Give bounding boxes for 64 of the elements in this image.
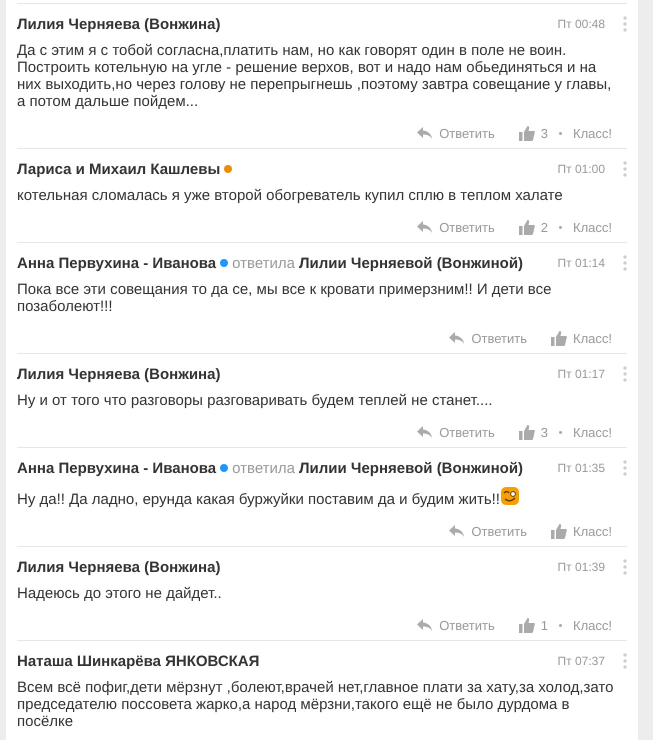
comment-time: Пт 01:00 [558, 162, 605, 176]
more-icon[interactable] [623, 16, 627, 32]
comment-time: Пт 01:39 [558, 560, 605, 574]
thumbs-up-icon[interactable] [518, 424, 535, 440]
replied-label: ответила [232, 254, 296, 272]
more-icon[interactable] [623, 460, 627, 476]
comment-time: Пт 01:14 [558, 256, 605, 270]
more-icon[interactable] [623, 653, 627, 669]
reply-icon[interactable] [417, 617, 434, 633]
reply-button[interactable]: Ответить [417, 125, 495, 141]
comment-text: Надеюсь до этого не дайдет.. [17, 585, 223, 602]
separator-dot [559, 430, 562, 434]
more-icon[interactable] [623, 161, 627, 177]
comment-text: Да с этим я с тобой согласна,платить нам, но как говорят один в поле не воин. Построить котельную на угле - решение верхов, вот и надо нам обьединяться и на них выходить,но через голову не перепрыгнешь ,поэтому завтра совещание у главы, а потом дальше пойдем... [17, 42, 612, 110]
like-count[interactable]: 3 [540, 424, 548, 440]
like-button[interactable]: Класс! [551, 330, 612, 346]
reply-icon[interactable] [417, 219, 434, 235]
reply-button[interactable]: Ответить [449, 523, 527, 539]
reply-button[interactable]: Ответить [449, 330, 527, 346]
like-button[interactable]: Класс! [573, 618, 612, 632]
comment-text: Всем всё пофиг,дети мёрзнут ,болеют,врачей нет,главное плати за хату,за холод,зато председателю поссовета жарко,а народ мёрзни,такого ещё не было дурдома в посёлке [17, 679, 614, 730]
reply-icon[interactable] [417, 125, 434, 141]
reply-icon[interactable] [417, 424, 434, 440]
author-name[interactable]: Наташа Шинкарёва ЯНКОВСКАЯ [17, 652, 260, 670]
reply-button[interactable]: Ответить [417, 424, 495, 440]
comment-time: Пт 01:17 [558, 367, 605, 381]
reply-button[interactable]: Ответить [417, 219, 495, 235]
author-name[interactable]: Лилия Черняева (Вонжина) [17, 366, 220, 382]
comment-time: Пт 07:37 [558, 654, 605, 668]
replied-to-name[interactable]: Лилии Черняевой (Вонжиной) [299, 254, 524, 272]
comment-text: котельная сломалась я уже второй обогреватель купил сплю в теплом халате [17, 187, 564, 204]
comment-text: Ну да!! Да ладно, ерунда какая буржуйки поставим да и будим жить!! [17, 486, 627, 508]
author-name[interactable]: Лилия Черняева (Вонжина) [17, 16, 220, 32]
reply-button[interactable]: Ответить [417, 617, 495, 633]
comment-text: Ну и от того что разговоры разговаривать будем теплей не станет.... [17, 392, 494, 409]
separator-dot [559, 226, 562, 228]
reply-icon[interactable] [449, 523, 466, 539]
thumbs-up-icon[interactable] [518, 125, 535, 141]
like-button[interactable]: Класс! [573, 220, 612, 234]
author-name[interactable]: Анна Первухина - Иванова [17, 254, 216, 272]
like-button[interactable]: Класс! [573, 126, 612, 140]
thumbs-up-icon[interactable] [518, 219, 535, 235]
like-button[interactable]: Класс! [573, 424, 612, 440]
comment-text: Пока все эти совещания то да се, мы все к кровати примерзним!! И дети все позаболеют!!! [17, 281, 552, 315]
thumbs-up-icon[interactable] [551, 330, 567, 346]
thumbs-up-icon[interactable] [551, 523, 567, 539]
more-icon[interactable] [623, 255, 627, 271]
author-name[interactable]: Лариса и Михаил Кашлевы [17, 160, 220, 178]
more-icon[interactable] [623, 559, 627, 575]
replied-label: ответила [232, 460, 296, 476]
like-count[interactable]: 1 [540, 618, 548, 632]
comment-time: Пт 00:48 [558, 17, 605, 31]
thumbs-up-icon[interactable] [518, 617, 535, 633]
separator-dot [559, 624, 562, 626]
author-name[interactable]: Анна Первухина - Иванова [17, 460, 216, 476]
more-icon[interactable] [623, 366, 627, 382]
like-count[interactable]: 2 [540, 220, 548, 234]
like-button[interactable]: Класс! [551, 523, 612, 539]
replied-to-name[interactable]: Лилии Черняевой (Вонжиной) [299, 460, 524, 476]
comment-time: Пт 01:35 [558, 461, 605, 475]
author-name[interactable]: Лилия Черняева (Вонжина) [17, 558, 220, 576]
separator-dot [559, 132, 562, 134]
like-count[interactable]: 3 [540, 126, 548, 140]
reply-icon[interactable] [449, 330, 466, 346]
